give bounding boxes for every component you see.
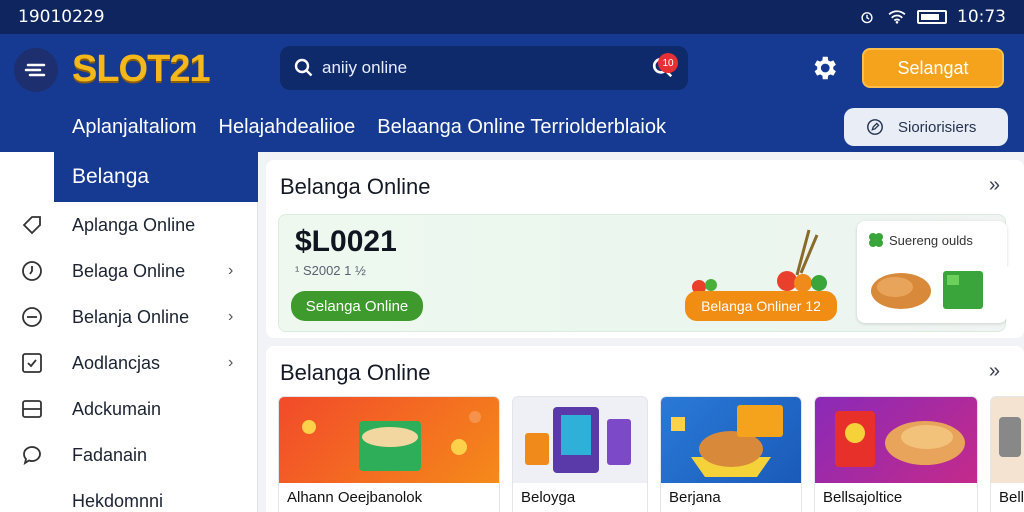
product-name: Beloyga [521,489,576,506]
carousel-edge [1005,265,1019,321]
chat-icon [20,443,44,467]
side-promo-label: Suereng oulds [889,233,973,248]
sidebar-item-3[interactable]: Belanja Online › [0,294,258,340]
pencil-icon [867,119,883,135]
battery-icon [917,10,947,24]
product-list: Alhann Oeejbanolok Beloyga Berjana Bells… [278,396,1024,512]
product-image [991,397,1024,483]
sidebar-item-label: Aodlancjas [72,352,161,373]
settings-button[interactable] [806,50,842,86]
food-illustration [871,271,983,309]
status-icons: 10:73 [857,7,1006,27]
main-content: Belanga Online » $L0021 ¹ S2002 1 ½ Sela… [266,160,1024,512]
wifi-icon [888,10,906,24]
circle-minus-icon [20,305,44,329]
search-icon [294,58,313,77]
nav-item-2[interactable]: Helajahdealiioe [219,116,356,139]
alarm-icon [861,12,873,24]
login-button[interactable]: Selangat [862,48,1004,88]
banner-primary-button[interactable]: Selangа Online [291,291,423,321]
sidebar-list: Aplanga Online Belaga Online › Belanja O… [0,202,258,512]
top-nav: Aplanjaltaliom Helajahdealiioe Belaanga … [72,116,666,139]
logo[interactable]: SLOT21 [72,48,211,91]
status-bar: 19010229 10:73 [0,0,1024,34]
product-image [815,397,977,483]
sidebar-item-label: Belaga Online [72,260,186,281]
produce-illustration [692,229,827,294]
sidebar-item-5[interactable]: Adckumain [0,386,258,432]
sidebar-item-4[interactable]: Aodlancjas › [0,340,258,386]
sidebar-item-1[interactable]: Aplanga Online [0,202,258,248]
sidebar-item-label: Adckumain [72,398,162,419]
sidebar-item-active[interactable]: Belanga [54,152,258,202]
section-title: Belanga Online [280,360,431,385]
product-card[interactable]: Berjana [660,396,802,512]
section-title: Belanga Online [280,174,431,199]
check-box-icon [20,351,44,375]
gear-icon [814,56,836,80]
search-input[interactable] [322,58,652,78]
product-name: Alhann Oeejbanolok [287,489,423,506]
section-more-button[interactable]: » [989,174,1000,197]
product-card[interactable]: Alhann Oeejbanolok [278,396,500,512]
product-card[interactable]: Bellsajoltice [814,396,978,512]
menu-button[interactable] [14,48,58,92]
sidebar-item-2[interactable]: Belaga Online › [0,248,258,294]
sidebar-item-label: Hekdomnni [72,490,164,511]
pill-label: Sioriorisiers [898,118,977,136]
sidebar-item-7[interactable]: Hekdomnni [0,478,258,512]
menu-icon [24,63,46,77]
promo-banner[interactable]: $L0021 ¹ S2002 1 ½ Selangа Online Belang… [278,214,1019,332]
product-name: Bell [999,489,1024,506]
app-screen: 19010229 10:73 SLOT21 10 Selangat Aplanj… [0,0,1024,512]
banner-subtext: ¹ S2002 1 ½ [295,263,366,278]
nav-item-1[interactable]: Aplanjaltaliom [72,116,197,139]
sidebar-item-6[interactable]: Fadanain [0,432,258,478]
chevron-right-icon: › [228,354,234,371]
status-time-left: 19010229 [18,7,105,27]
product-name: Berjana [669,489,721,506]
search-submit-button[interactable]: 10 [652,53,678,79]
product-image [279,397,499,483]
product-card[interactable]: Beloyga [512,396,648,512]
edit-pill-button[interactable]: Sioriorisiers [844,108,1008,146]
sidebar-item-label: Aplanga Online [72,214,196,235]
banner-price: $L0021 [295,225,397,258]
clover-icon [869,233,883,247]
sidebar-item-label: Belanja Online [72,306,190,327]
section-more-button[interactable]: » [989,360,1000,383]
side-promo-card[interactable]: Suereng oulds [857,221,1007,323]
product-image [513,397,647,483]
search-bar[interactable]: 10 [280,46,688,90]
chevron-right-icon: › [228,308,234,325]
sidebar: Belanga Aplanga Online Belaga Online › B… [0,152,258,512]
tag-icon [20,213,44,237]
app-header: SLOT21 10 Selangat Aplanjaltaliom Helaja… [0,34,1024,152]
chevron-right-icon: › [228,262,234,279]
clock-icon [20,259,44,283]
sidebar-item-label: Fadanain [72,444,148,465]
banner-secondary-button[interactable]: Belanga Onliner 12 [685,291,837,321]
notification-badge: 10 [658,53,678,73]
status-time-right: 10:73 [957,7,1006,27]
products-section: Belanga Online » Alhann Oeejbanolok Belo… [266,346,1024,512]
featured-section: Belanga Online » $L0021 ¹ S2002 1 ½ Sela… [266,160,1024,338]
product-card[interactable]: Bell [990,396,1024,512]
product-name: Bellsajoltice [823,489,903,506]
nav-item-3[interactable]: Belaanga Online Terriolderblaiok [377,116,666,139]
product-image [661,397,801,483]
panel-icon [20,397,44,421]
